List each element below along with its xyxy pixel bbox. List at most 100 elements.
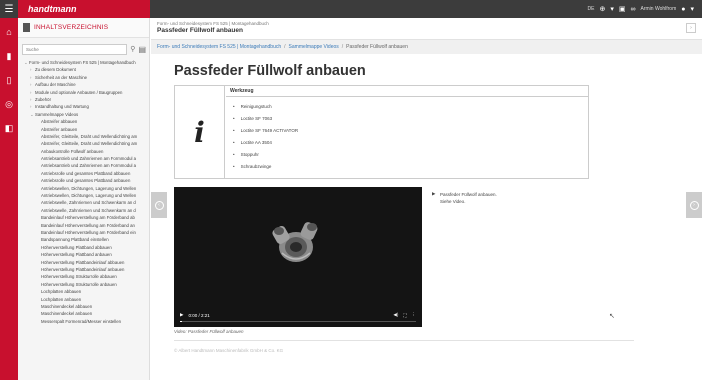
toc-item[interactable]: Anbaukontrolle Füllwolf anbauen <box>22 148 149 155</box>
toc-item-label: Antriebsrolle und gesamtes Plattband abb… <box>41 170 131 176</box>
next-page-button[interactable]: › <box>686 192 702 218</box>
toc-item[interactable]: Abstreifer, Gleitteile, Draht und Wellen… <box>22 140 149 147</box>
toc-item[interactable]: Höhenverstellung Plattbandeinlauf anbaue… <box>22 266 149 273</box>
breadcrumb-link[interactable]: Form- und Schneidesystem FS 525 | Montag… <box>157 44 281 50</box>
toc-item-label: Abstreifer abbauen <box>41 119 78 125</box>
toc-item[interactable]: Maschinendeckel anbauen <box>22 310 149 317</box>
toc-item-label: Aufbau der Maschine <box>35 82 76 88</box>
toc-item-label: Antriebswelle, Zahnriemen und Schwenkarm… <box>41 200 136 206</box>
tools-header: Werkzeug <box>226 86 588 97</box>
toc-item-label: Zubehör <box>35 96 52 102</box>
toc-item[interactable]: › Module und optionale Anbauten / Baugrup… <box>22 89 149 96</box>
toc-item[interactable]: Messerspalt Formenrad/Messer einstellen <box>22 318 149 325</box>
toc-item-label: Antriebsantrieb und Zahnriemen am Formmo… <box>41 163 137 169</box>
user-name[interactable]: Armin Wohlfrom <box>641 6 677 12</box>
toc-item[interactable]: Maschinendeckel abbauen <box>22 303 149 310</box>
home-icon[interactable]: ⌂ <box>0 22 18 42</box>
pages-icon[interactable]: ▯ <box>0 70 18 90</box>
toc-sidebar: INHALTSVERZEICHNIS ⚲ ▤ ⌄Form- und Schnei… <box>18 18 150 380</box>
toc-item-label: Bandeinlauf Höhenverstellung am Förderba… <box>41 222 135 228</box>
toc-item[interactable]: Abstreifer, Gleitteile, Draht und Wellen… <box>22 133 149 140</box>
play-icon[interactable]: ▶ <box>180 312 183 318</box>
hamburger-menu-icon[interactable]: ☰ <box>0 0 18 18</box>
user-dropdown-icon[interactable]: ▾ <box>690 5 694 13</box>
filter-icon[interactable]: ▤ <box>138 45 146 54</box>
breadcrumb-link[interactable]: Sammelmappe Videos <box>289 44 339 50</box>
toc-item[interactable]: Antriebsrolle und gesamtes Plattband abb… <box>22 170 149 177</box>
toc-item-label: Abstreifer, Gleitteile, Draht und Wellen… <box>41 141 138 147</box>
chat-icon[interactable]: ▣ <box>619 5 626 13</box>
search-input[interactable] <box>22 43 128 55</box>
toc-item[interactable]: Abstreifer abbauen <box>22 118 149 125</box>
more-options-icon[interactable]: ⋮ <box>412 312 417 318</box>
toc-item-label: Höhenverstellung Strukturrolle anbauen <box>41 281 117 287</box>
toc-item-label: Antriebsrolle und gesamtes Plattband anb… <box>41 178 131 184</box>
toc-item[interactable]: Lochplatten abbauen <box>22 288 149 295</box>
mouse-cursor-icon: ↖ <box>609 313 615 320</box>
toc-item[interactable]: Bandeinlauf Höhenverstellung am Förderba… <box>22 222 149 229</box>
toc-item[interactable]: › Aufbau der Maschine <box>22 81 149 88</box>
link-icon[interactable]: ∞ <box>631 6 636 13</box>
step-line: Passfeder Füllwolf anbauen. <box>440 192 497 197</box>
volume-icon[interactable]: ◀) <box>393 312 398 318</box>
toc-item[interactable]: Lochplatten anbauen <box>22 296 149 303</box>
video-progress-fill <box>180 321 182 322</box>
arrow-left-icon: ‹ <box>154 200 164 210</box>
toc-item[interactable]: Bandspannung Plattband einstellen <box>22 236 149 243</box>
toc-item[interactable]: Bandeinlauf Höhenverstellung am Förderba… <box>22 214 149 221</box>
toc-item[interactable]: Höhenverstellung Strukturrolle abbauen <box>22 273 149 280</box>
video-time: 0:00 / 2:21 <box>188 312 210 318</box>
toc-item-label: Lochplatten anbauen <box>41 296 82 302</box>
settings-icon[interactable]: ◎ <box>0 94 18 114</box>
toc-item[interactable]: Höhenverstellung Plattbandeinlauf abbaue… <box>22 259 149 266</box>
tool-item: Loctite SF 7063 <box>233 113 298 125</box>
exit-icon[interactable]: ◧ <box>0 118 18 138</box>
brand-logo: handtmann <box>18 0 150 18</box>
toc-item[interactable]: Antriebswelle, Zahnriemen und Schwenkarm… <box>22 199 149 206</box>
video-player[interactable]: ▶ 0:00 / 2:21 ◀) ⛶ ⋮ <box>174 187 422 327</box>
top-bar: ☰ handtmann DE ⊕ ▾ ▣ ∞ Armin Wohlfrom ● … <box>0 0 702 18</box>
user-icon[interactable]: ● <box>681 6 685 13</box>
toc-item[interactable]: › Zu diesem Dokument <box>22 66 149 73</box>
step-instruction: ▶ Passfeder Füllwolf anbauen. Siehe Vide… <box>432 191 497 205</box>
fullscreen-icon[interactable]: ⛶ <box>403 313 406 318</box>
tool-item: Loctite SF 7649 ACTIVATOR <box>233 125 299 137</box>
toc-item[interactable]: › Sicherheit an der Maschine <box>22 74 149 81</box>
language-label[interactable]: DE <box>588 6 595 12</box>
toc-item-label: Höhenverstellung Strukturrolle abbauen <box>41 274 117 280</box>
toc-tree: ⌄Form- und Schneidesystem FS 525 | Monta… <box>18 59 149 325</box>
previous-page-button[interactable]: ‹ <box>151 192 167 218</box>
toc-item[interactable]: Antriebswelle, Zahnriemen und Schwenkarm… <box>22 207 149 214</box>
toc-item[interactable]: Antriebsrolle und gesamtes Plattband anb… <box>22 177 149 184</box>
video-frame-machine-part <box>272 222 318 262</box>
video-progress-bar[interactable] <box>180 321 416 322</box>
close-document-button[interactable]: › <box>686 23 696 33</box>
video-controls: ▶ 0:00 / 2:21 ◀) ⛶ ⋮ <box>180 312 416 318</box>
toc-item[interactable]: ⌄Form- und Schneidesystem FS 525 | Monta… <box>22 59 149 66</box>
search-row: ⚲ ▤ <box>22 42 146 56</box>
step-arrow-icon: ▶ <box>432 191 436 196</box>
document-icon[interactable]: ▮ <box>0 46 18 66</box>
toc-item[interactable]: Antriebswellen, Dichtungen, Lagerung und… <box>22 192 149 199</box>
toc-item[interactable]: Abstreifer anbauen <box>22 126 149 133</box>
toc-item[interactable]: Antriebswellen, Dichtungen, Lagerung und… <box>22 185 149 192</box>
toc-item[interactable]: Höhenverstellung Plattband abbauen <box>22 244 149 251</box>
book-icon <box>23 23 30 32</box>
toc-item[interactable]: Höhenverstellung Strukturrolle anbauen <box>22 281 149 288</box>
globe-icon[interactable]: ⊕ <box>599 5 605 13</box>
tool-item: Stoppuhr <box>233 149 298 161</box>
toc-item-label: Abstreifer, Gleitteile, Draht und Wellen… <box>41 133 138 139</box>
toc-item-label: Höhenverstellung Plattband anbauen <box>41 252 112 258</box>
toc-item[interactable]: ⌄Sammelmappe Videos <box>22 111 149 118</box>
toc-item[interactable]: Antriebsantrieb und Zahnriemen am Formmo… <box>22 162 149 169</box>
dropdown-icon[interactable]: ▾ <box>610 5 614 13</box>
toc-item[interactable]: Antriebsantrieb und Zahnriemen am Formmo… <box>22 155 149 162</box>
toc-item-label: Bandeinlauf Höhenverstellung am Förderba… <box>41 229 136 235</box>
toc-item[interactable]: Bandeinlauf Höhenverstellung am Förderba… <box>22 229 149 236</box>
search-icon[interactable]: ⚲ <box>130 45 135 53</box>
toc-item[interactable]: › Zubehör <box>22 96 149 103</box>
toc-item-label: Höhenverstellung Plattbandeinlauf anbaue… <box>41 266 125 272</box>
toc-item[interactable]: › Instandhaltung und Wartung <box>22 103 149 110</box>
toc-item[interactable]: Höhenverstellung Plattband anbauen <box>22 251 149 258</box>
info-icon: i <box>194 115 205 149</box>
